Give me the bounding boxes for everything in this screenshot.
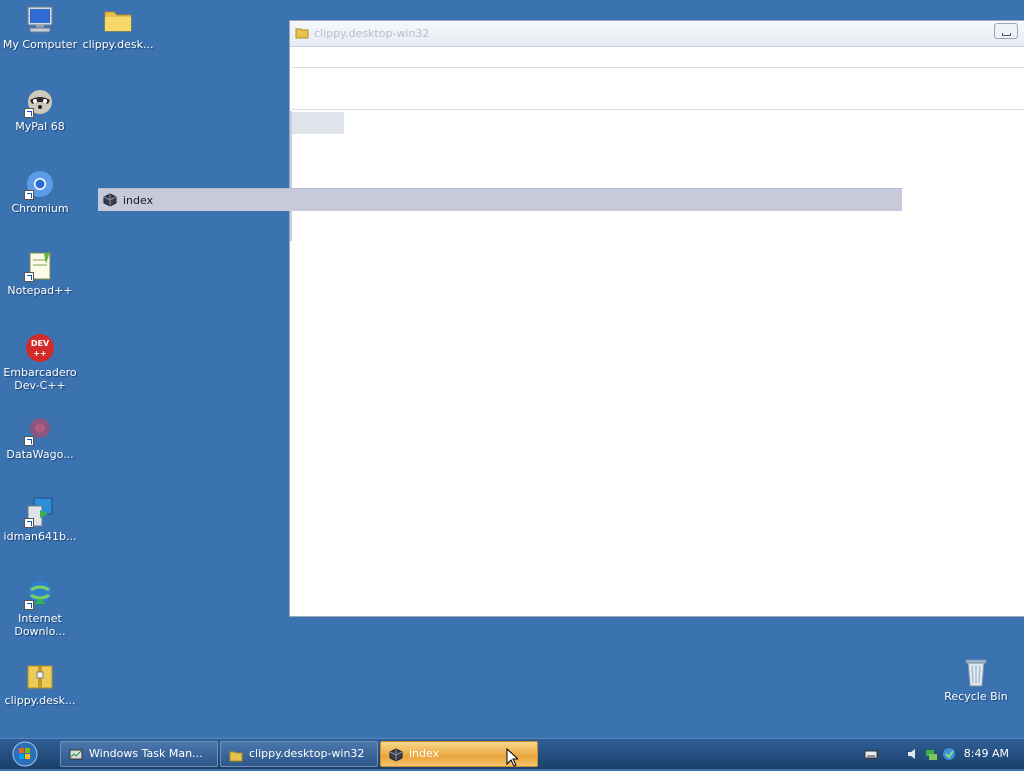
window-toolbar[interactable] xyxy=(292,47,1024,68)
folder-icon xyxy=(102,4,134,36)
desktop-icon-label: Internet Downlo... xyxy=(14,612,66,638)
clock[interactable]: 8:49 AM xyxy=(964,747,1009,760)
datawago-icon xyxy=(24,414,56,446)
installer-icon xyxy=(24,496,56,528)
window-title: clippy.desktop-win32 xyxy=(314,27,430,40)
zip-folder-icon xyxy=(24,660,56,692)
task-manager-icon xyxy=(69,747,83,766)
app-cube-icon xyxy=(389,747,403,766)
taskbar-button-task-manager[interactable]: Windows Task Man... xyxy=(60,741,218,767)
desktop-icon-label: MyPal 68 xyxy=(15,120,65,133)
desktop-icon-recycle-bin[interactable]: Recycle Bin xyxy=(936,656,1016,703)
desktop-icon-label: Chromium xyxy=(11,202,69,215)
speaker-icon[interactable] xyxy=(906,747,920,761)
shortcut-arrow-icon xyxy=(24,600,34,610)
desktop-icon-label: My Computer xyxy=(2,38,78,51)
svg-text:DEV: DEV xyxy=(31,339,50,348)
system-tray: 8:49 AM xyxy=(844,739,1024,769)
drag-preview-bar: index xyxy=(98,188,902,211)
desktop-icon-idman[interactable]: idman641b... xyxy=(0,496,80,543)
desktop-icon-label: clippy.desk... xyxy=(4,694,76,707)
desktop-icon-datawago[interactable]: DataWago... xyxy=(0,414,80,461)
desktop-icon-label: idman641b... xyxy=(3,530,77,543)
desktop-icon-clippy-folder[interactable]: clippy.desk... xyxy=(78,4,158,51)
desktop-icon-label: DataWago... xyxy=(6,448,74,461)
taskbar-button-label: index xyxy=(409,747,440,760)
minimize-button[interactable] xyxy=(994,23,1018,39)
desktop-icon-idm[interactable]: Internet Downlo... xyxy=(0,578,80,638)
computer-icon xyxy=(24,4,56,36)
shortcut-arrow-icon xyxy=(24,108,34,118)
update-icon[interactable] xyxy=(942,747,956,761)
desktop: My Computer clippy.desk... MyPal 68 Chro… xyxy=(0,0,1024,738)
notepadpp-icon xyxy=(24,250,56,282)
shortcut-arrow-icon xyxy=(24,272,34,282)
desktop-icon-mypal[interactable]: MyPal 68 xyxy=(0,86,80,133)
taskbar-button-label: clippy.desktop-win32 xyxy=(249,747,365,760)
desktop-icon-chromium[interactable]: Chromium xyxy=(0,168,80,215)
shortcut-arrow-icon xyxy=(24,518,34,528)
raccoon-icon xyxy=(24,86,56,118)
mouse-cursor-icon xyxy=(506,747,520,770)
desktop-icon-label: clippy.desk... xyxy=(82,38,154,51)
desktop-icon-devcpp[interactable]: DEV ++ Embarcadero Dev-C++ xyxy=(0,332,80,392)
desktop-icon-label: Embarcadero Dev-C++ xyxy=(3,366,77,392)
window-titlebar[interactable]: clippy.desktop-win32 xyxy=(290,21,1024,47)
desktop-icon-label: Notepad++ xyxy=(7,284,73,297)
chromium-icon xyxy=(24,168,56,200)
globe-download-icon xyxy=(24,578,56,610)
desktop-icon-clippy-zip[interactable]: clippy.desk... xyxy=(0,660,80,707)
taskbar-button-label: Windows Task Man... xyxy=(89,747,203,760)
explorer-window[interactable]: clippy.desktop-win32 xyxy=(289,20,1024,617)
drag-preview-label: index xyxy=(123,194,154,207)
recycle-bin-icon xyxy=(960,656,992,688)
start-button[interactable] xyxy=(8,740,42,768)
nav-pane-item[interactable] xyxy=(292,112,344,134)
app-cube-icon xyxy=(103,193,117,210)
shortcut-arrow-icon xyxy=(24,436,34,446)
svg-text:++: ++ xyxy=(33,349,46,358)
taskbar-button-clippy-folder[interactable]: clippy.desktop-win32 xyxy=(220,741,378,767)
folder-icon xyxy=(229,747,243,766)
folder-icon xyxy=(295,27,309,42)
shortcut-arrow-icon xyxy=(24,190,34,200)
network-icon[interactable] xyxy=(924,747,938,761)
window-address-area[interactable] xyxy=(292,69,1024,110)
desktop-icon-my-computer[interactable]: My Computer xyxy=(0,4,80,51)
desktop-icon-notepadpp[interactable]: Notepad++ xyxy=(0,250,80,297)
keyboard-icon[interactable] xyxy=(864,747,878,761)
devcpp-icon: DEV ++ xyxy=(24,332,56,364)
desktop-icon-label: Recycle Bin xyxy=(944,690,1008,703)
